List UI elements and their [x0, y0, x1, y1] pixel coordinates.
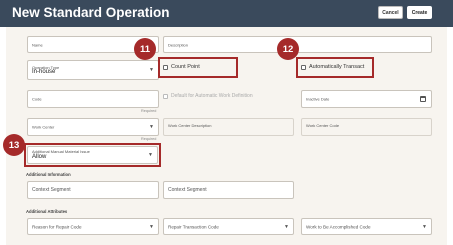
- work-center-description-label: Work Center Description: [168, 123, 212, 128]
- create-button[interactable]: Create: [407, 6, 432, 19]
- inactive-date-label: Inactive Date: [306, 96, 330, 102]
- repair-transaction-code-label: Repair Transaction Code: [168, 224, 219, 229]
- callout-12: 12: [277, 38, 299, 60]
- context-segment-label: Context Segment: [168, 187, 207, 193]
- code-field[interactable]: Code: [27, 90, 159, 108]
- count-point-label: Count Point: [171, 64, 200, 70]
- work-to-be-accomplished-code-label: Work to Be Accomplished Code: [306, 224, 371, 229]
- cancel-button[interactable]: Cancel: [378, 6, 403, 19]
- work-center-description-field: Work Center Description: [163, 118, 294, 136]
- operation-type-select[interactable]: Operation Type In-house ▼: [27, 60, 159, 80]
- context-segment-label: Context Segment: [32, 187, 71, 193]
- chevron-down-icon: ▼: [284, 223, 289, 230]
- code-label: Code: [32, 96, 42, 102]
- default-automatic-work-definition-checkbox[interactable]: Default for Automatic Work Definition: [163, 93, 253, 99]
- context-segment-field-2[interactable]: Context Segment: [163, 181, 294, 199]
- count-point-checkbox[interactable]: Count Point: [163, 64, 200, 70]
- work-center-label: Work Center: [32, 124, 55, 130]
- callout-11: 11: [134, 38, 156, 60]
- additional-attributes-heading: Additional Attributes: [26, 209, 68, 214]
- work-center-select[interactable]: Work Center ▼: [27, 118, 159, 136]
- context-segment-field-1[interactable]: Context Segment: [27, 181, 159, 199]
- chevron-down-icon: ▼: [148, 152, 153, 158]
- calendar-icon[interactable]: [420, 96, 426, 102]
- chevron-down-icon: ▼: [149, 67, 154, 73]
- automatically-transact-label: Automatically Transact: [309, 64, 365, 70]
- work-center-code-label: Work Center Code: [306, 123, 340, 128]
- repair-transaction-code-select[interactable]: Repair Transaction Code ▼: [163, 218, 294, 235]
- additional-manual-material-issue-select[interactable]: Additional Manual Material Issue Allow ▼: [27, 146, 158, 164]
- chevron-down-icon: ▼: [149, 124, 154, 130]
- additional-manual-material-issue-value: Allow: [32, 154, 47, 160]
- inactive-date-field[interactable]: Inactive Date: [301, 90, 432, 108]
- reason-for-repair-code-select[interactable]: Reason for Repair Code ▼: [27, 218, 159, 235]
- description-label: Description: [168, 42, 189, 47]
- checkbox-icon: [163, 64, 168, 70]
- additional-information-heading: Additional Information: [26, 172, 71, 177]
- page-title: New Standard Operation: [12, 5, 170, 20]
- name-label: Name: [32, 42, 43, 47]
- chevron-down-icon: ▼: [149, 223, 154, 230]
- checkbox-icon: [301, 64, 306, 70]
- callout-13: 13: [3, 134, 25, 156]
- automatically-transact-checkbox[interactable]: Automatically Transact: [301, 64, 364, 70]
- operation-type-value: In-house: [32, 69, 56, 75]
- page-header: New Standard Operation Cancel Create: [0, 0, 453, 27]
- work-to-be-accomplished-code-select[interactable]: Work to Be Accomplished Code ▼: [301, 218, 432, 235]
- chevron-down-icon: ▼: [422, 223, 427, 230]
- reason-for-repair-code-label: Reason for Repair Code: [32, 224, 82, 229]
- default-automatic-work-definition-label: Default for Automatic Work Definition: [171, 93, 253, 99]
- work-center-code-field: Work Center Code: [301, 118, 432, 136]
- checkbox-icon: [163, 93, 168, 99]
- code-required-text: Required: [141, 109, 157, 113]
- work-center-required-text: Required: [141, 137, 157, 141]
